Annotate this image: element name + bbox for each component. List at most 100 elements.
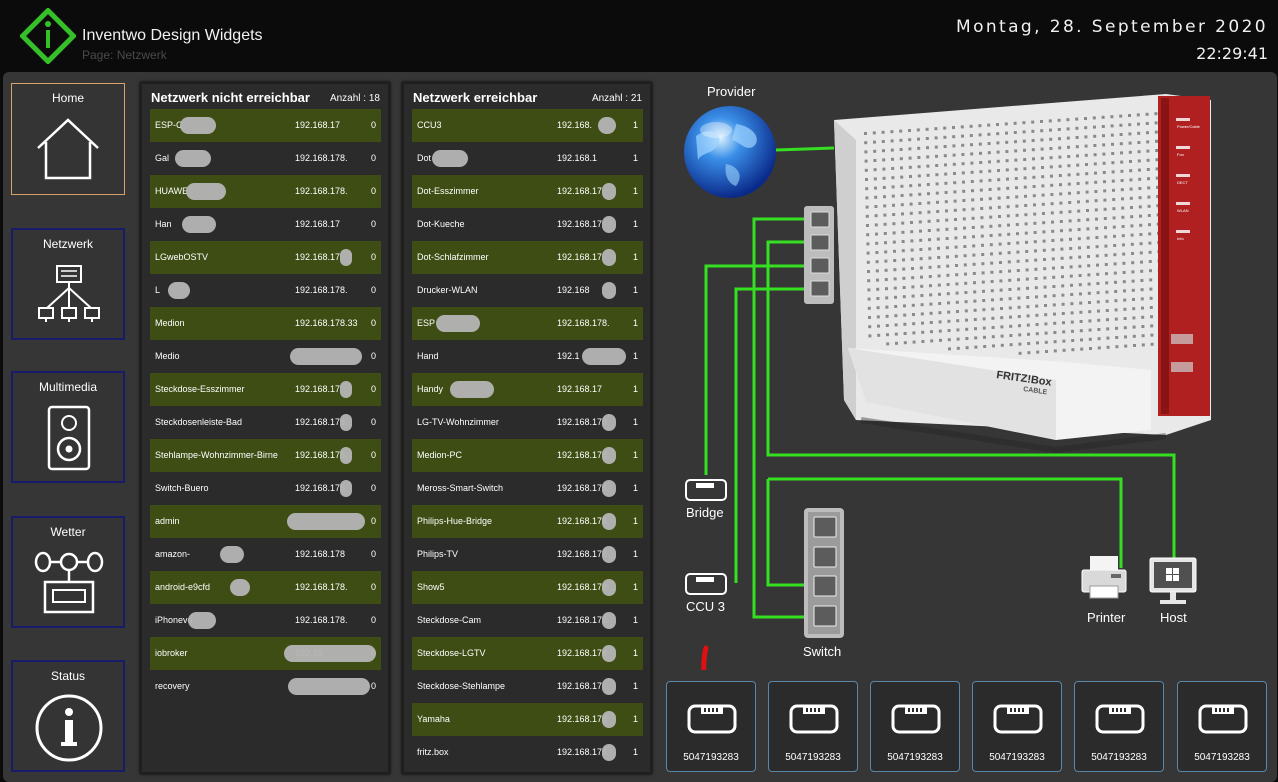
device-tile[interactable]: 5047193283	[972, 681, 1062, 772]
device-name: Show5	[417, 582, 445, 592]
table-row: Dot-Schlafzimmer 192.168.17 1	[412, 241, 643, 274]
device-status-value: 1	[632, 351, 638, 361]
device-ip: 192.168.178.	[557, 318, 610, 328]
device-name: Handy	[417, 384, 444, 394]
device-name: admin	[155, 516, 180, 526]
device-status-value: 1	[632, 318, 638, 328]
redaction-blur	[602, 480, 616, 497]
panel-reachable-title: Netzwerk erreichbar	[413, 90, 538, 105]
device-name: CCU3	[417, 120, 442, 130]
label-switch: Switch	[803, 644, 842, 659]
table-row: ESP-C 192.168.17 0	[150, 109, 381, 142]
redaction-blur	[598, 117, 616, 134]
page-label: Page: Netzwerk	[82, 48, 167, 62]
device-status-value: 1	[632, 285, 638, 295]
device-status-value: 1	[632, 450, 638, 460]
network-icon	[38, 265, 100, 322]
table-row: fritz.box 192.168.178 1	[412, 736, 643, 769]
device-name: LG-TV-Wohnzimmer	[417, 417, 499, 427]
nav-multimedia[interactable]: Multimedia	[11, 371, 125, 483]
table-row: Steckdose-LGTV 192.168.178 1	[412, 637, 643, 670]
device-icon	[891, 704, 941, 734]
redaction-blur	[432, 150, 468, 167]
device-tile[interactable]: 5047193283	[870, 681, 960, 772]
table-row: L 192.168.178. 0	[150, 274, 381, 307]
nav-netzwerk[interactable]: Netzwerk	[11, 228, 125, 340]
panel-unreachable-title: Netzwerk nicht erreichbar	[151, 90, 310, 105]
redaction-blur	[582, 348, 626, 365]
printer-icon	[1081, 556, 1127, 599]
device-tile[interactable]: 5047193283	[768, 681, 858, 772]
header: Inventwo Design Widgets Page: Netzwerk M…	[0, 0, 1278, 72]
device-tile[interactable]: 5047193283	[1177, 681, 1267, 772]
device-name: Medion-PC	[417, 450, 463, 460]
device-status-value: 1	[632, 714, 638, 724]
device-status-value: 0	[370, 351, 376, 361]
table-row: iPhonevo 192.168.178. 0	[150, 604, 381, 637]
table-row: Han 192.168.17 0	[150, 208, 381, 241]
redaction-blur	[602, 645, 616, 662]
redaction-blur	[340, 249, 352, 266]
info-icon	[35, 694, 103, 762]
device-ip: 192.168.178	[557, 747, 608, 757]
table-row: Dot-Kueche 192.168.17 1	[412, 208, 643, 241]
device-status-value: 1	[632, 549, 638, 559]
nav-status[interactable]: Status	[11, 660, 125, 772]
table-row: CCU3 192.168. 1	[412, 109, 643, 142]
nav-home-label: Home	[51, 91, 84, 105]
device-ip: 192.168.178.	[295, 153, 348, 163]
device-name: amazon-	[155, 549, 191, 559]
redaction-blur	[602, 216, 616, 233]
device-ip: 192.168.17	[557, 681, 603, 691]
device-status-value: 1	[632, 186, 638, 196]
panel-unreachable-count: Anzahl : 18	[329, 93, 380, 104]
device-name: Dot-Schlafzimmer	[417, 252, 489, 262]
device-name: recovery	[155, 681, 190, 691]
table-row: Medio 0	[150, 340, 381, 373]
device-ip: 192.168.17	[557, 384, 603, 394]
device-name: Yamaha	[417, 714, 450, 724]
device-ip: 192.168.17	[295, 384, 341, 394]
router-ports	[804, 206, 834, 304]
device-status-value: 0	[370, 417, 376, 427]
device-name: iPhonevo	[155, 615, 193, 625]
device-name: Gal	[155, 153, 170, 163]
device-ip: 192.168.178	[295, 549, 346, 559]
table-row: recovery 0	[150, 670, 381, 703]
device-tile[interactable]: 5047193283	[666, 681, 756, 772]
router-led	[1176, 230, 1190, 233]
device-status-value: 0	[370, 252, 376, 262]
nav-status-label: Status	[50, 669, 86, 683]
ccu3-device-icon	[685, 573, 727, 595]
nav-wetter[interactable]: Wetter	[11, 516, 125, 628]
table-row: Steckdose-Stehlampe 192.168.17 1	[412, 670, 643, 703]
redaction-blur	[602, 249, 616, 266]
device-icon	[993, 704, 1043, 734]
router-led-label: Power/Cable	[1177, 124, 1201, 129]
device-tile[interactable]: 5047193283	[1074, 681, 1164, 772]
device-id: 5047193283	[887, 752, 943, 763]
redaction-blur	[602, 678, 616, 695]
device-id: 5047193283	[1194, 752, 1250, 763]
redaction-blur	[602, 579, 616, 596]
table-row: Hand 192.1 1	[412, 340, 643, 373]
device-status-value: 0	[370, 153, 376, 163]
nav-home[interactable]: Home	[11, 83, 125, 195]
panel-reachable: Netzwerk erreichbar Anzahl : 21 CCU3 192.…	[402, 82, 652, 774]
device-ip: 192.168.178	[557, 582, 608, 592]
time-display: 22:29:41	[1196, 44, 1268, 63]
redaction-blur	[186, 183, 226, 200]
device-ip: 192.168.	[557, 120, 593, 130]
device-name: ESP	[417, 318, 436, 328]
table-row: Gal 192.168.178. 0	[150, 142, 381, 175]
table-row: Drucker-WLAN 192.168 1	[412, 274, 643, 307]
device-status-value: 0	[370, 384, 376, 394]
table-row: ESP 192.168.178. 1	[412, 307, 643, 340]
device-status-value: 0	[370, 615, 376, 625]
host-computer-icon	[1149, 557, 1197, 604]
device-ip: 192.1	[557, 351, 580, 361]
redaction-blur	[290, 348, 362, 365]
unreachable-list: ESP-C 192.168.17 0 Gal 192.168.178. 0 HUAWE 192…	[150, 109, 381, 703]
router-fritzbox: Power/CableFonDECTWLANInfo FRITZ!Box CAB…	[834, 94, 1211, 454]
device-ip: 192.168.178.	[295, 285, 348, 295]
